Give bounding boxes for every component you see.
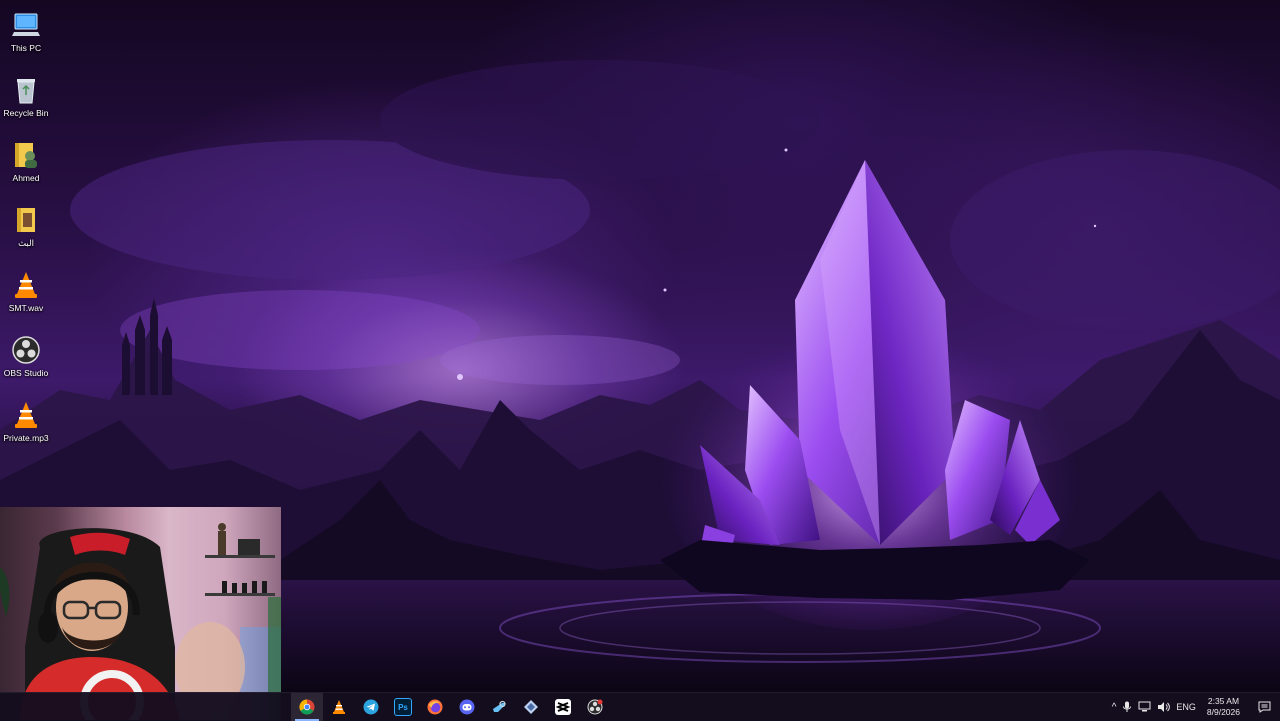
notification-center-button[interactable] [1248, 693, 1280, 721]
discord-icon [459, 699, 475, 715]
capcut-icon [555, 699, 571, 715]
show-hidden-icons-button[interactable]: ^ [1109, 693, 1120, 721]
clock-date: 8/9/2026 [1206, 707, 1240, 717]
crystal-rock-base [660, 540, 1090, 600]
volume-tray-button[interactable] [1154, 693, 1173, 721]
taskbar-app-telegram[interactable] [355, 693, 387, 721]
desktop-icon-label: البث [18, 238, 34, 248]
folder-icon [11, 205, 41, 235]
taskbar-app-firefox[interactable] [419, 693, 451, 721]
chevron-up-icon: ^ [1111, 701, 1117, 713]
taskbar-app-discord[interactable] [451, 693, 483, 721]
taskbar-pinned-apps: Ps [291, 693, 611, 721]
desktop-icon-label: Recycle Bin [3, 108, 49, 118]
language-label: ENG [1176, 702, 1196, 712]
obs-icon [11, 335, 41, 365]
desktop-icon-private-mp3[interactable]: Private.mp3 [0, 394, 52, 456]
system-tray: ^ ENG 2:35 AM 8/9/2026 [1109, 693, 1280, 721]
taskbar: Ps ^ ENG 2:35 AM 8/9/2026 [0, 692, 1280, 721]
vlc-icon [11, 400, 41, 430]
clock[interactable]: 2:35 AM 8/9/2026 [1199, 693, 1248, 721]
microphone-tray-button[interactable] [1119, 693, 1135, 721]
firefox-icon [427, 699, 443, 715]
microphone-icon [1123, 701, 1132, 712]
volume-icon [1158, 702, 1171, 712]
taskbar-app-steam[interactable] [483, 693, 515, 721]
desktop-icon-label: Ahmed [12, 173, 40, 183]
taskbar-app-visual-studio[interactable] [515, 693, 547, 721]
visual-studio-icon [523, 699, 539, 715]
webcam-overlay [0, 507, 281, 720]
desktop-icon-recycle-bin[interactable]: Recycle Bin [0, 69, 52, 131]
desktop-icon-obs-studio[interactable]: OBS Studio [0, 329, 52, 391]
taskbar-app-obs[interactable] [579, 693, 611, 721]
clouds [70, 60, 1280, 385]
desktop-icon-label: OBS Studio [3, 368, 49, 378]
network-icon [1138, 701, 1151, 712]
photoshop-icon: Ps [394, 698, 412, 716]
vlc-icon [11, 270, 41, 300]
language-indicator[interactable]: ENG [1173, 693, 1199, 721]
taskbar-app-vlc[interactable] [323, 693, 355, 721]
taskbar-app-chrome[interactable] [291, 693, 323, 721]
photoshop-icon-label: Ps [398, 702, 408, 712]
desktop-icon-ahmed[interactable]: Ahmed [0, 134, 52, 196]
obs-icon [587, 699, 603, 715]
recycle-bin-icon [11, 75, 41, 105]
network-tray-button[interactable] [1135, 693, 1154, 721]
clock-time: 2:35 AM [1207, 696, 1240, 706]
this-pc-icon [11, 10, 41, 40]
taskbar-app-photoshop[interactable]: Ps [387, 693, 419, 721]
chrome-icon [299, 699, 315, 715]
desktop-icon-label: Private.mp3 [3, 433, 49, 443]
desktop-icon-label: SMT.wav [8, 303, 44, 313]
vlc-icon [331, 699, 347, 715]
telegram-icon [363, 699, 379, 715]
desktop-icon-this-pc[interactable]: This PC [0, 4, 52, 66]
user-folder-icon [11, 140, 41, 170]
notification-icon [1258, 701, 1270, 713]
desktop-icon-label: This PC [10, 43, 42, 53]
taskbar-app-capcut[interactable] [547, 693, 579, 721]
desktop-icon-stream-folder[interactable]: البث [0, 199, 52, 261]
steam-icon [491, 699, 507, 715]
webcam-scene [0, 523, 281, 720]
desktop-icon-smt-wav[interactable]: SMT.wav [0, 264, 52, 326]
